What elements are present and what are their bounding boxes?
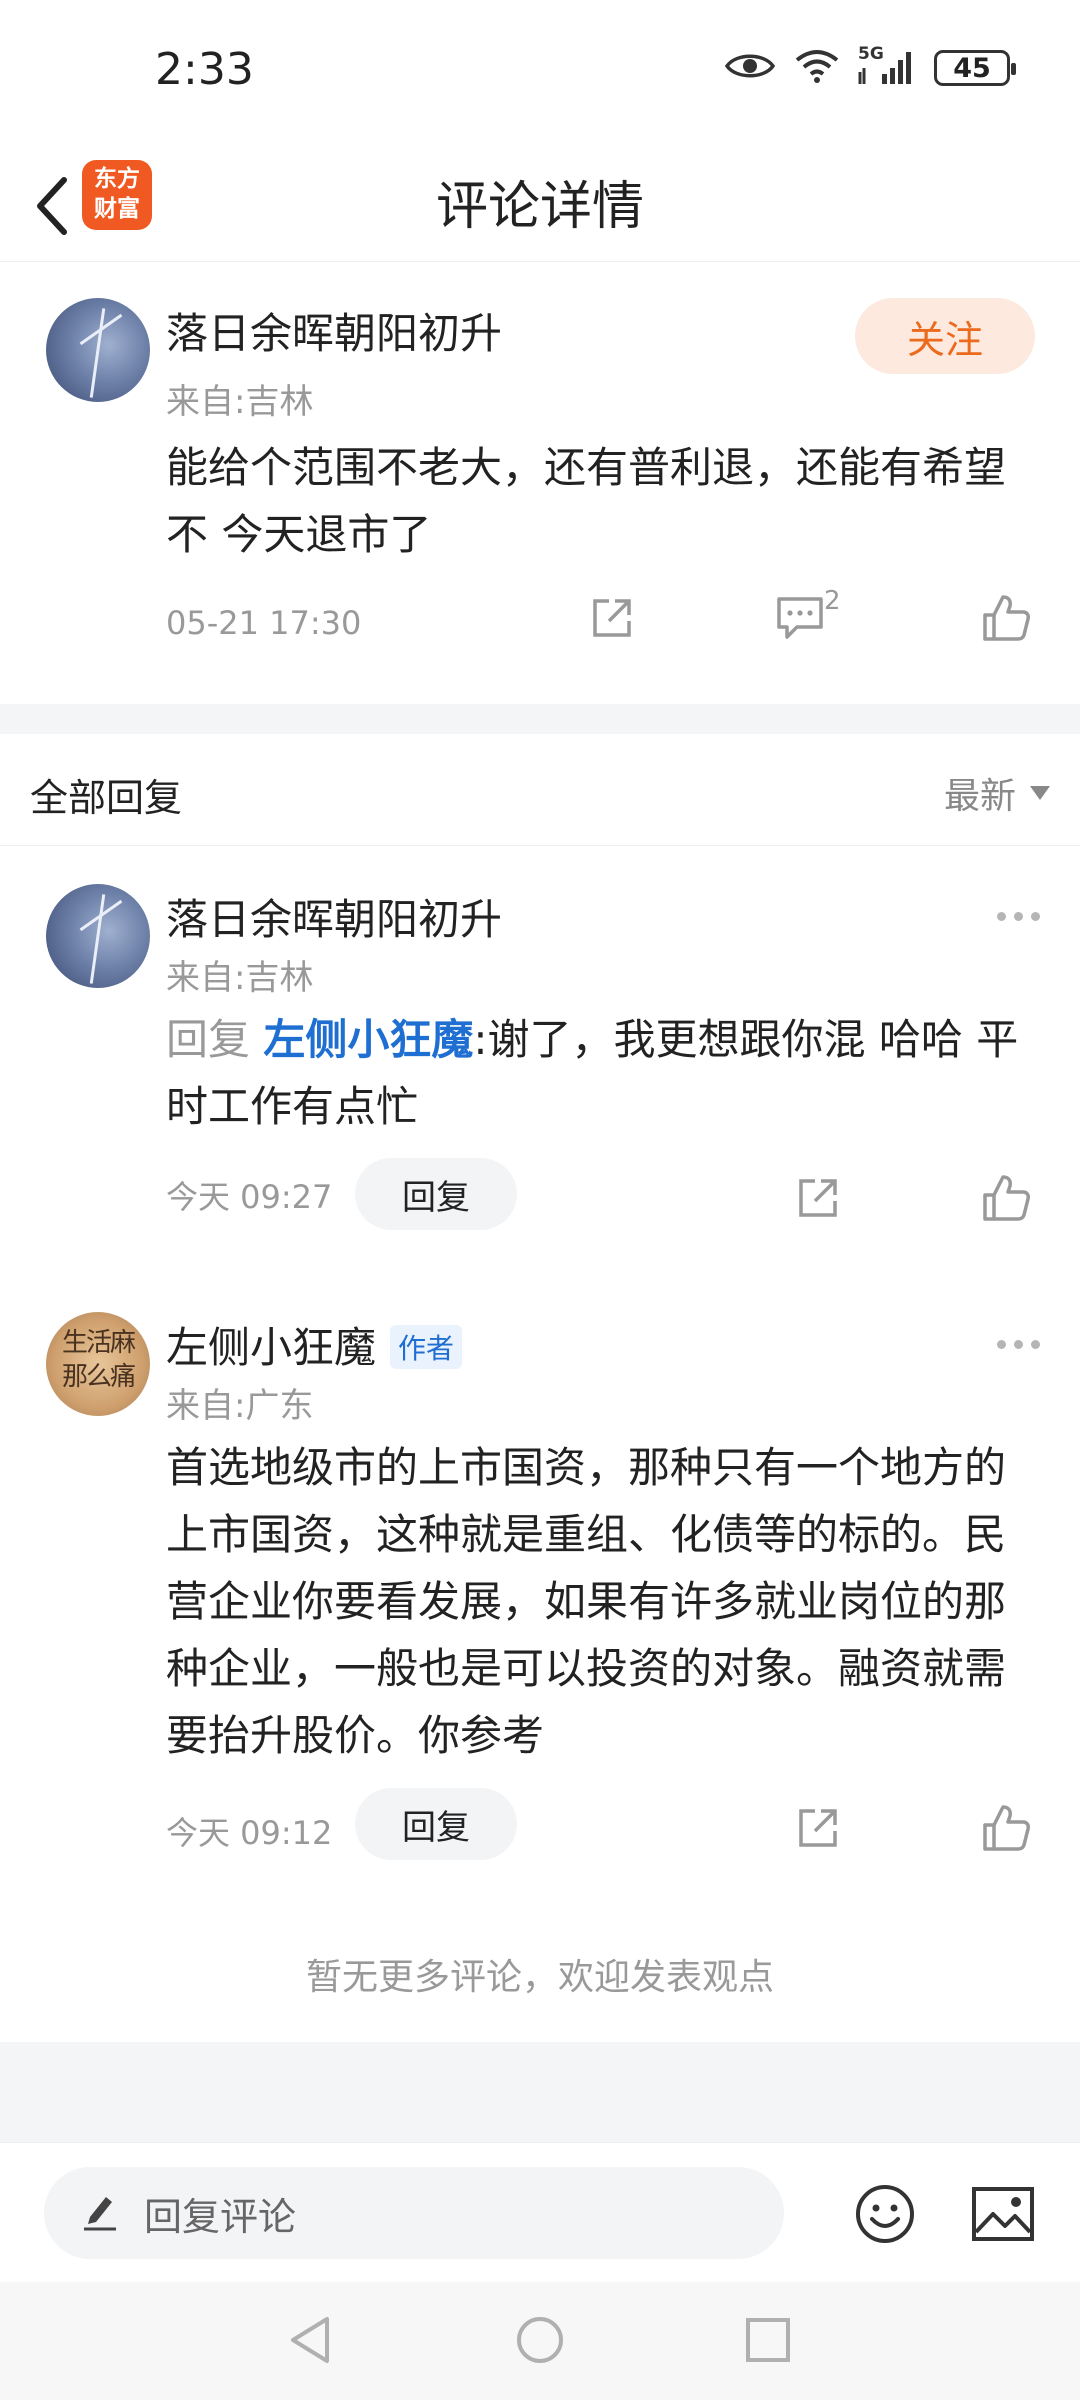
like-icon[interactable] [976, 1798, 1036, 1858]
user-name[interactable]: 落日余晖朝阳初升 [166, 300, 502, 361]
image-icon[interactable] [968, 2181, 1038, 2247]
status-time: 2:33 [155, 44, 254, 95]
comment-text: 能给个范围不老大，还有普利退，还能有希望不 今天退市了 [166, 443, 1007, 559]
user-location: 来自:广东 [166, 1386, 314, 1426]
reply-input-bar: 回复评论 [0, 2142, 1080, 2282]
section-divider [0, 704, 1080, 734]
reply-time: 今天 09:12 [166, 1814, 333, 1852]
reply-input-placeholder: 回复评论 [144, 2194, 297, 2239]
more-options-icon[interactable] [997, 1340, 1040, 1349]
nav-recents-icon[interactable] [738, 2310, 798, 2370]
nav-back-icon[interactable] [280, 2310, 340, 2370]
replies-title: 全部回复 [30, 776, 183, 820]
user-location: 来自:吉林 [166, 958, 314, 998]
reply-prefix: 回复 [166, 1015, 251, 1064]
reply-time: 今天 09:27 [166, 1178, 333, 1216]
dropdown-triangle-icon [1030, 786, 1050, 800]
reply-text: 首选地级市的上市国资，那种只有一个地方的上市国资，这种就是重组、化债等的标的。民… [166, 1443, 1007, 1760]
sort-label: 最新 [943, 776, 1016, 817]
sort-dropdown[interactable]: 最新 [944, 767, 1050, 819]
reply-item: 生活麻那么痛 左侧小狂魔 作者 来自:广东 首选地级市的上市国资，那种只有一个地方… [0, 1266, 1080, 1906]
eye-icon [724, 50, 776, 86]
header-bar: 评论详情 东方财富 [0, 148, 1080, 262]
status-icons: 5G 45 [724, 44, 1016, 88]
author-badge: 作者 [390, 1324, 463, 1369]
reply-text: 回复 左侧小狂魔:谢了，我更想跟你混 哈哈 平时工作有点忙 [166, 1006, 1026, 1140]
emoji-icon[interactable] [850, 2179, 920, 2249]
user-location: 来自:吉林 [166, 382, 314, 422]
chevron-left-icon [37, 177, 67, 235]
back-button[interactable] [22, 168, 82, 244]
share-icon[interactable] [790, 1800, 846, 1856]
avatar[interactable]: 生活麻那么痛 [46, 1312, 150, 1416]
wifi-icon [794, 48, 840, 88]
more-options-icon[interactable] [997, 912, 1040, 921]
follow-button[interactable]: 关注 [855, 298, 1035, 374]
app-logo[interactable]: 东方财富 [82, 160, 152, 230]
avatar[interactable] [46, 884, 150, 988]
share-icon[interactable] [790, 1170, 846, 1226]
comment-icon[interactable] [772, 590, 828, 646]
reply-button[interactable]: 回复 [355, 1158, 517, 1230]
comment-time: 05-21 17:30 [166, 604, 362, 642]
reply-button[interactable]: 回复 [355, 1788, 517, 1860]
user-name-row: 左侧小狂魔 作者 [166, 1314, 463, 1375]
reply-item: 落日余晖朝阳初升 来自:吉林 回复 左侧小狂魔:谢了，我更想跟你混 哈哈 平时工… [0, 846, 1080, 1266]
mention-link[interactable]: 左侧小狂魔 [263, 1015, 473, 1064]
list-end-spacer [0, 2042, 1080, 2142]
share-icon[interactable] [584, 590, 640, 646]
battery-indicator: 45 [934, 50, 1016, 86]
pencil-icon [82, 2191, 118, 2235]
avatar[interactable] [46, 298, 150, 402]
user-name[interactable]: 落日余晖朝阳初升 [166, 886, 502, 947]
signal-5g-icon: 5G [858, 44, 916, 88]
comment-count: 2 [824, 586, 841, 616]
page-title: 评论详情 [435, 177, 644, 237]
reply-input[interactable]: 回复评论 [44, 2167, 784, 2259]
nav-home-icon[interactable] [510, 2310, 570, 2370]
no-more-comments-note: 暂无更多评论，欢迎发表观点 [305, 1957, 774, 1998]
like-icon[interactable] [976, 588, 1036, 648]
main-comment: 落日余晖朝阳初升 来自:吉林 关注 能给个范围不老大，还有普利退，还能有希望不 … [0, 262, 1080, 702]
avatar-text: 生活麻那么痛 [61, 1328, 136, 1392]
status-bar: 2:33 5G 45 [0, 0, 1080, 148]
replies-header: 全部回复 最新 [0, 734, 1080, 846]
system-nav-bar [0, 2282, 1080, 2400]
user-name[interactable]: 左侧小狂魔 [166, 1323, 376, 1372]
logo-text: 东方财富 [94, 166, 140, 222]
like-icon[interactable] [976, 1168, 1036, 1228]
